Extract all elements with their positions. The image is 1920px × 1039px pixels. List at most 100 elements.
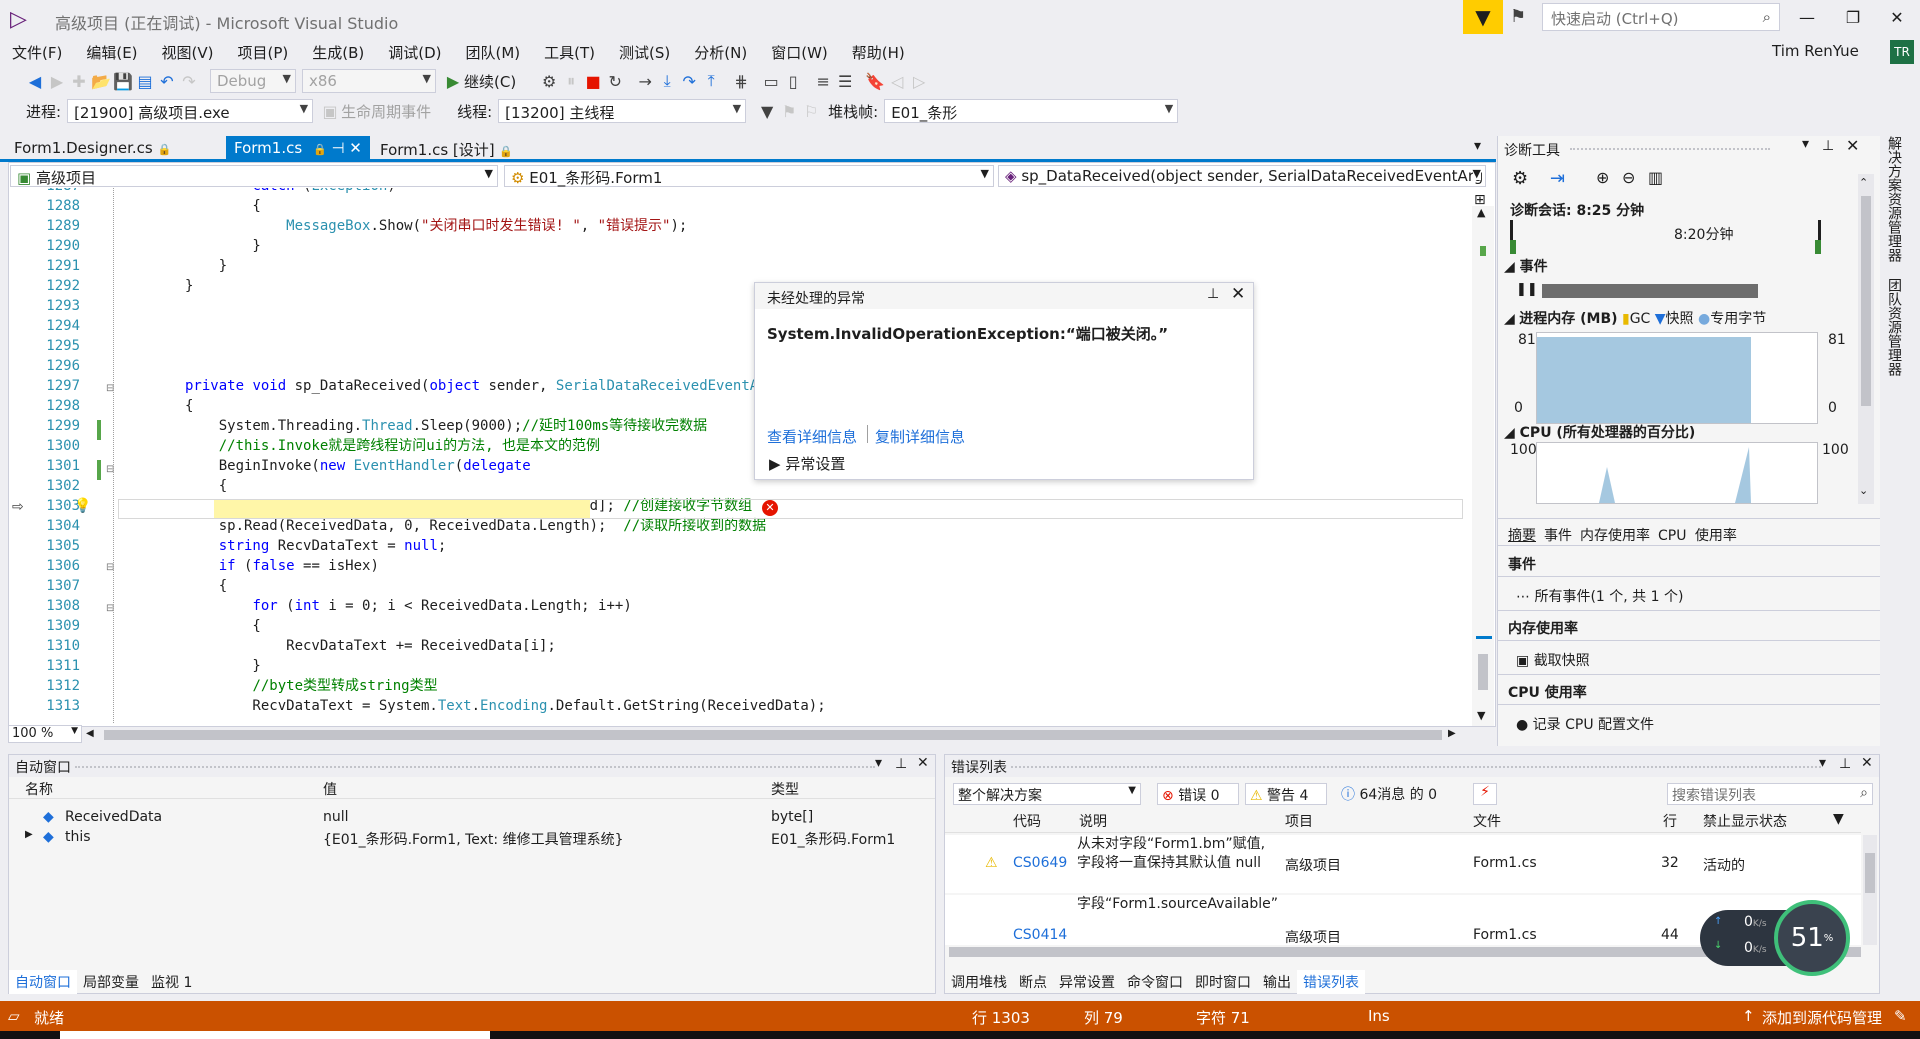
tab-memory[interactable]: 内存使用率	[1580, 528, 1650, 544]
continue-button[interactable]: 继续(C)	[464, 71, 516, 92]
redo-icon[interactable]: ↷	[178, 72, 200, 91]
scroll-up-icon[interactable]: ⌃	[1859, 176, 1868, 189]
build-intellisense-icon[interactable]: ⚡	[1473, 783, 1497, 805]
notification-icon[interactable]: ⚑	[1510, 6, 1526, 27]
open-file-icon[interactable]: 📂	[90, 72, 112, 91]
close-icon[interactable]: ✕	[917, 755, 929, 771]
step-out-icon[interactable]: ⤒	[700, 71, 722, 91]
expand-icon[interactable]: ▶	[25, 829, 33, 840]
tab-command-window[interactable]: 命令窗口	[1121, 970, 1189, 994]
step-over-icon[interactable]: ↷	[678, 72, 700, 91]
scroll-thumb[interactable]	[1865, 853, 1875, 893]
step-into-icon[interactable]: ⤓	[656, 71, 678, 91]
quick-launch-input[interactable]: 快速启动 (Ctrl+Q) ⌕	[1542, 3, 1780, 31]
close-button[interactable]: ✕	[1874, 0, 1920, 34]
pin-icon[interactable]: ⊥	[895, 756, 907, 772]
platform-select[interactable]: x86 ▼	[302, 69, 436, 93]
error-search-input[interactable]: 搜索错误列表 ⌕	[1667, 783, 1873, 805]
tab-events[interactable]: 事件	[1544, 528, 1572, 544]
scope-select[interactable]: 整个解决方案 ▼	[953, 783, 1141, 805]
code-line[interactable]: 1312 //byte类型转成string类型	[10, 676, 1470, 696]
tab-call-stack[interactable]: 调用堆栈	[945, 970, 1013, 994]
menu-tools[interactable]: 工具(T)	[532, 40, 607, 65]
back-icon[interactable]: ◀	[24, 72, 46, 91]
tab-form1-cs[interactable]: Form1.cs 🔒 ⊣ ✕	[226, 136, 370, 160]
error-icon[interactable]: ✕	[762, 500, 778, 516]
config-select[interactable]: Debug ▼	[210, 69, 296, 93]
col-value[interactable]: 值	[323, 779, 337, 799]
error-code-link[interactable]: CS0414	[1013, 927, 1067, 943]
side-tab-team-explorer[interactable]: 团队资源管理器	[1884, 278, 1904, 376]
forward-icon[interactable]: ▶	[46, 72, 68, 91]
lifecycle-icon[interactable]: ▣	[319, 102, 341, 121]
stop-icon[interactable]: ■	[582, 72, 604, 91]
col-code[interactable]: 代码	[1013, 811, 1041, 831]
pin-icon[interactable]: ⊥	[1822, 138, 1834, 154]
minimize-button[interactable]: —	[1784, 0, 1830, 34]
tab-output[interactable]: 输出	[1257, 970, 1297, 994]
stack-frame-select[interactable]: E01_条形码.Form1.sp_DataReceived.A ▼	[884, 99, 1179, 123]
scroll-left-icon[interactable]: ◀	[86, 728, 94, 739]
flag-icon[interactable]: ⚑	[778, 102, 800, 121]
code-line[interactable]: 1311 }	[10, 656, 1470, 676]
messages-filter-button[interactable]: ⓘ 64消息 的 0	[1341, 784, 1437, 804]
code-line[interactable]: 1306 if (false == isHex)	[10, 556, 1470, 576]
scroll-down-icon[interactable]: ⌄	[1859, 484, 1868, 497]
user-name[interactable]: Tim RenYue	[1772, 42, 1859, 60]
autos-row[interactable]: ▶ ◆ this {E01_条形码.Form1, Text: 维修工具管理系统}…	[9, 829, 935, 849]
copy-details-link[interactable]: 复制详细信息	[875, 426, 965, 447]
col-name[interactable]: 名称	[25, 779, 53, 799]
scroll-thumb[interactable]	[1478, 654, 1488, 690]
save-all-icon[interactable]: ▤	[134, 72, 156, 91]
code-line[interactable]: 1305 string RecvDataText = null;	[10, 536, 1470, 556]
warnings-filter-button[interactable]: ⚠ 警告 4	[1245, 783, 1327, 805]
zoom-out-icon[interactable]: ⊖	[1622, 168, 1635, 187]
error-vertical-scrollbar[interactable]	[1863, 835, 1877, 945]
show-next-statement-icon[interactable]: →	[634, 72, 656, 91]
col-suppression[interactable]: 禁止显示状态	[1703, 811, 1787, 831]
menu-analyze[interactable]: 分析(N)	[682, 40, 759, 65]
undo-icon[interactable]: ↶	[156, 72, 178, 91]
member-nav-select[interactable]: ◈ sp_DataReceived(object sender, SerialD…	[998, 165, 1486, 187]
tab-immediate[interactable]: 即时窗口	[1189, 970, 1257, 994]
menu-view[interactable]: 视图(V)	[150, 40, 226, 65]
tab-breakpoints[interactable]: 断点	[1013, 970, 1053, 994]
menu-file[interactable]: 文件(F)	[0, 40, 74, 65]
attach-icon[interactable]: ⚙	[538, 72, 560, 91]
take-snapshot-button[interactable]: ▣ 截取快照	[1516, 650, 1590, 670]
outdent-icon[interactable]: ☰	[834, 72, 856, 91]
scroll-up-icon[interactable]: ▲	[1477, 206, 1485, 219]
next-bookmark-icon[interactable]: ▷	[908, 72, 930, 91]
code-line[interactable]: 1313 RecvDataText = System.Text.Encoding…	[10, 696, 1470, 716]
tab-overflow-icon[interactable]: ▾	[1474, 138, 1481, 154]
tab-cpu[interactable]: CPU 使用率	[1658, 528, 1737, 544]
diag-scrollbar[interactable]: ⌃ ⌄	[1858, 174, 1874, 504]
code-line[interactable]: 1304 sp.Read(ReceivedData, 0, ReceivedDa…	[10, 516, 1470, 536]
all-events-link[interactable]: ⋯ 所有事件(1 个, 共 1 个)	[1516, 586, 1683, 606]
scroll-down-icon[interactable]: ▼	[1477, 709, 1485, 722]
show-flagged-icon[interactable]: ⚐	[800, 102, 822, 121]
filter-icon[interactable]: ▼	[1833, 811, 1844, 827]
save-icon[interactable]: 💾	[112, 72, 134, 91]
lifecycle-events-button[interactable]: 生命周期事件	[341, 101, 431, 122]
indent-icon[interactable]: ≡	[812, 72, 834, 91]
zoom-in-icon[interactable]: ⊕	[1596, 168, 1609, 187]
memory-section[interactable]: ◢ 进程内存 (MB) ▮GC ▼快照 ●专用字节	[1504, 308, 1766, 328]
cpu-section[interactable]: ◢ CPU (所有处理器的百分比)	[1504, 422, 1695, 442]
code-line[interactable]: 1287 catch (Exception)	[10, 188, 1470, 196]
code-line[interactable]: 1310 RecvDataText += ReceivedData[i];	[10, 636, 1470, 656]
col-file[interactable]: 文件	[1473, 811, 1501, 831]
close-icon[interactable]: ✕	[1846, 136, 1859, 155]
reset-zoom-icon[interactable]: ▥	[1648, 168, 1663, 187]
code-line[interactable]: 1309 {	[10, 616, 1470, 636]
feedback-filter-icon[interactable]: ▼	[1463, 0, 1503, 34]
autos-row[interactable]: ◆ ReceivedData null byte[]	[9, 809, 935, 829]
new-project-icon[interactable]: ✚	[68, 72, 90, 91]
tab-locals[interactable]: 局部变量	[77, 970, 145, 994]
avatar[interactable]: TR	[1890, 40, 1914, 64]
menu-window[interactable]: 窗口(W)	[759, 40, 840, 65]
menu-team[interactable]: 团队(M)	[454, 40, 533, 65]
view-details-link[interactable]: 查看详细信息	[767, 426, 857, 447]
tab-summary[interactable]: 摘要	[1508, 528, 1536, 544]
uncomment-icon[interactable]: ▯	[782, 72, 804, 91]
